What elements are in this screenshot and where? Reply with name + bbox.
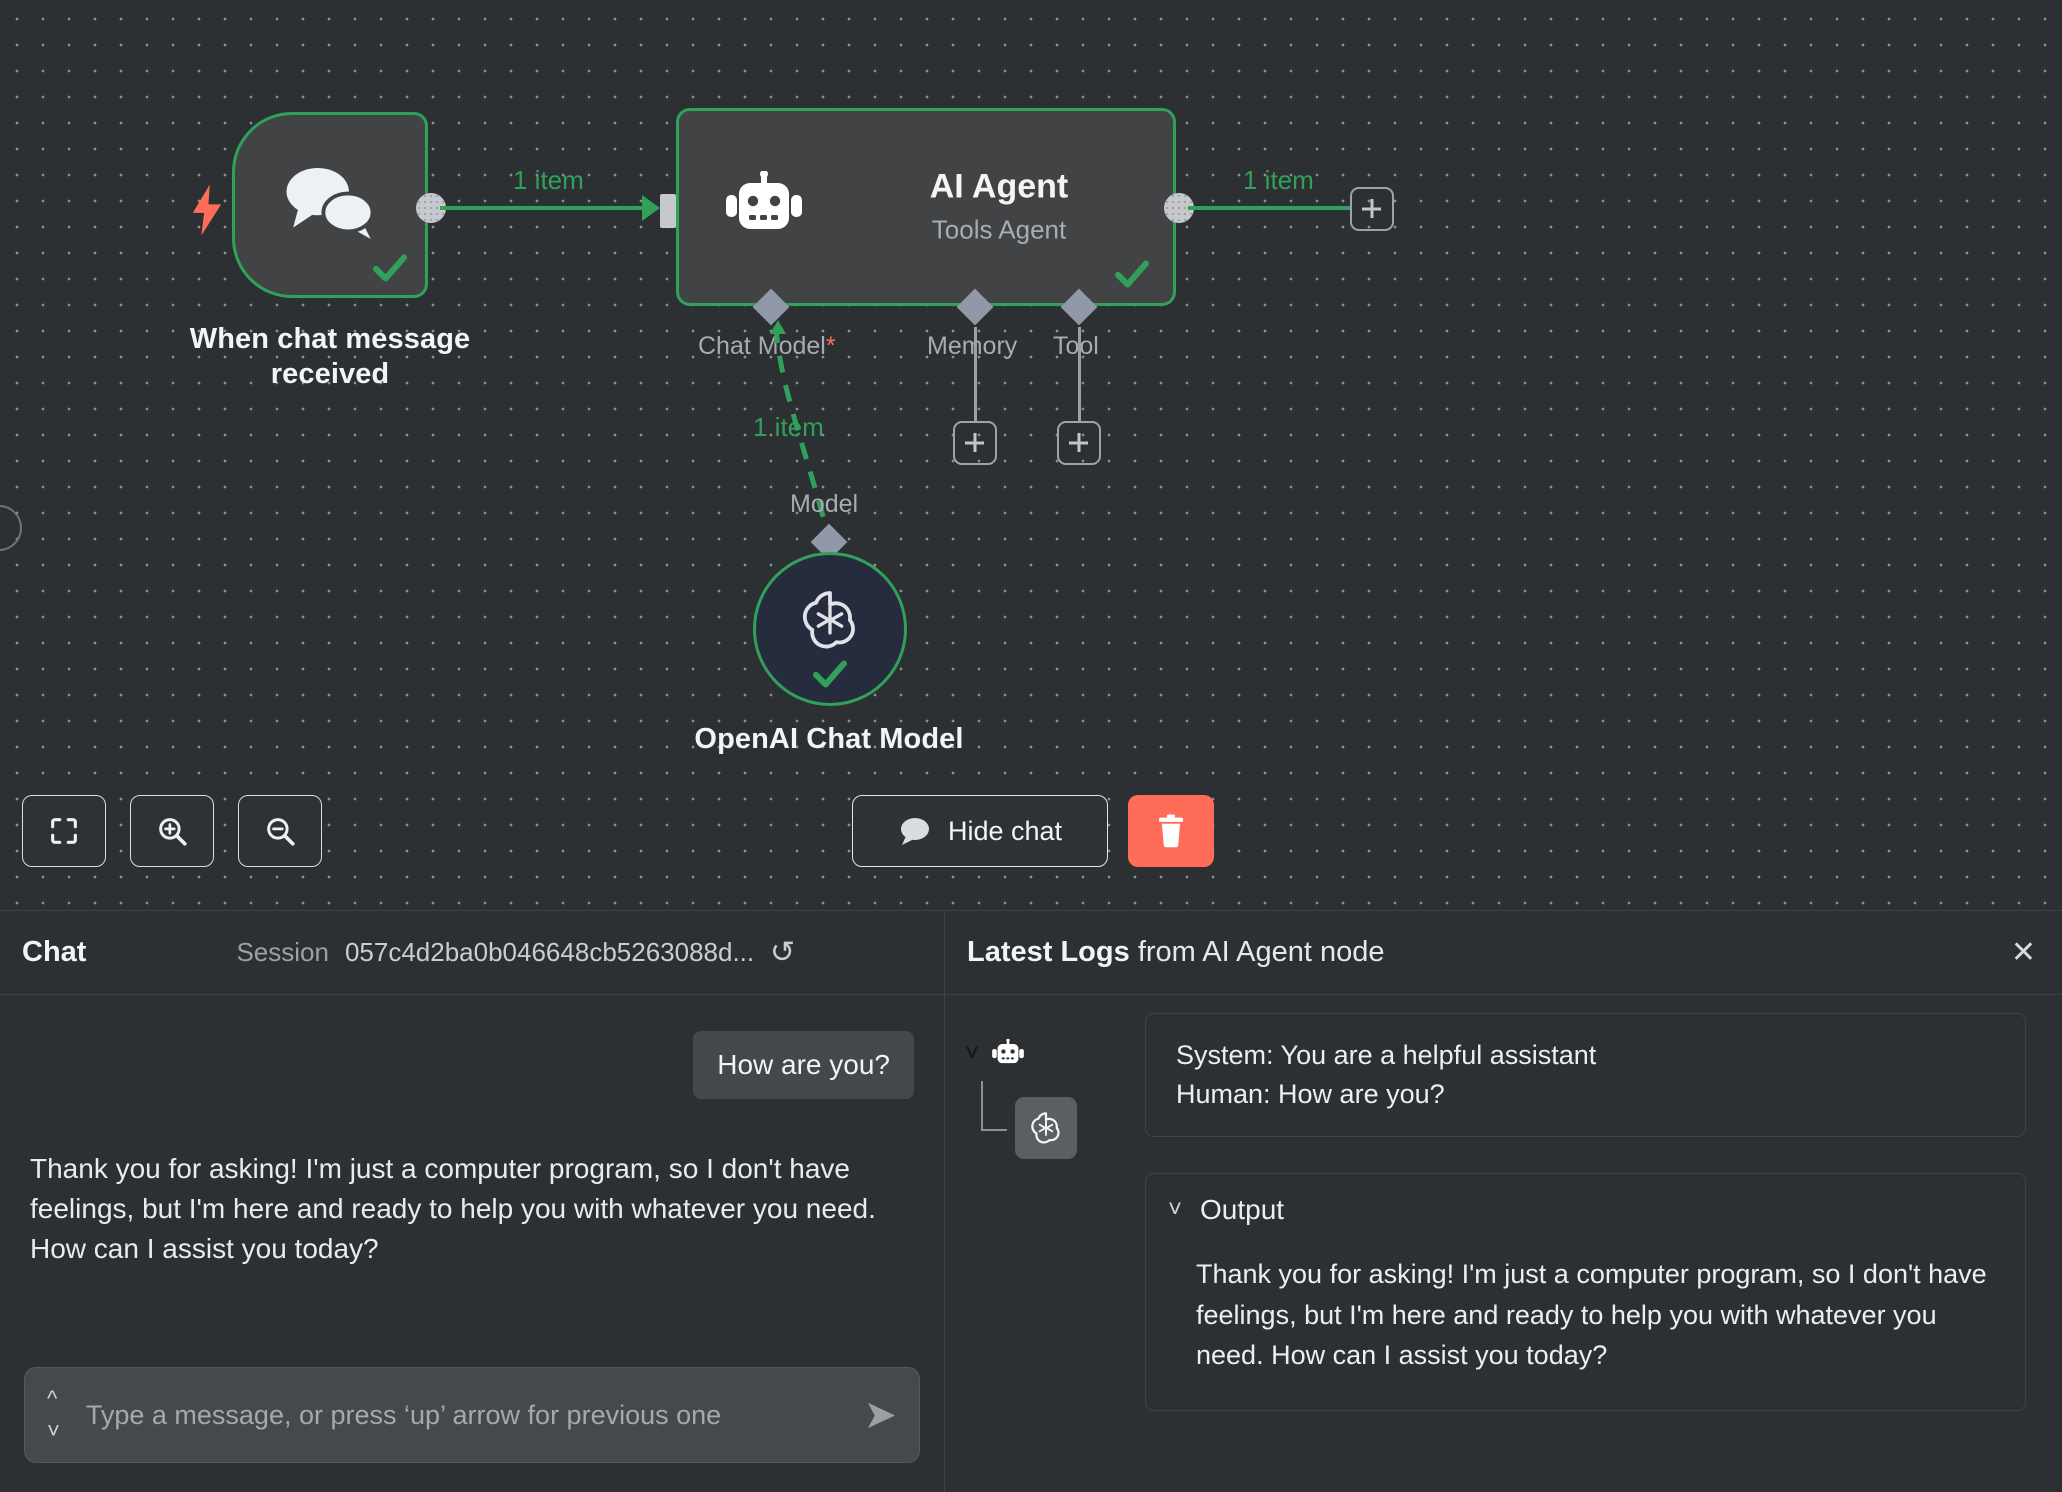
trash-icon [1159,814,1183,848]
node-ai-agent[interactable]: AI Agent Tools Agent [676,108,1176,306]
logs-panel-title: Latest Logs from AI Agent node [967,936,1384,969]
add-memory-button[interactable] [953,421,997,465]
delete-button[interactable] [1128,795,1214,867]
openai-icon [1031,1112,1060,1144]
logs-title-bold: Latest Logs [967,936,1130,968]
robot-icon [992,1039,1024,1064]
session-id-value: 057c4d2ba0b046648cb5263088d... [344,937,755,967]
chat-message-user: How are you? [693,1031,914,1099]
chat-messages-list: How are you? Thank you for asking! I'm j… [0,995,944,1347]
memory-stem [974,327,977,423]
logs-panel-body: ˅ System: You are a helpful assistant Hu… [945,995,2062,1492]
chat-message-user-row: How are you? [30,1031,914,1099]
logs-content: System: You are a helpful assistant Huma… [1145,1013,2062,1492]
agent-node-titles: AI Agent Tools Agent [849,167,1149,245]
session-label: Session [236,937,329,967]
chevron-down-icon[interactable]: ˅ [47,1420,60,1442]
add-node-button-main[interactable] [1350,187,1394,231]
connection-item-count-agent: 1 item [1243,165,1314,195]
tool-stem [1078,327,1081,423]
logs-tree-connector [981,1081,1007,1131]
port-label-tool: Tool [1053,332,1099,360]
logs-panel-header: Latest Logs from AI Agent node ✕ [945,911,2062,995]
log-output-label: Output [1200,1194,1285,1226]
chevron-up-icon[interactable]: ^ [47,1388,60,1410]
n8n-workflow-screen: When chat message received 1 item AI Age [0,0,2062,1492]
log-input-line-system: System: You are a helpful assistant [1176,1040,1597,1070]
chat-input-box[interactable]: ^ ˅ ➤ [24,1367,920,1463]
connection-arrowhead [642,195,660,221]
zoom-in-icon [159,818,187,846]
node-when-chat-message-received[interactable] [232,112,428,298]
robot-icon [726,171,802,229]
hide-chat-label: Hide chat [947,815,1063,846]
connection-item-count-model: 1 item [753,412,824,442]
logs-tree-root-row[interactable]: ˅ [945,1039,1145,1069]
zoom-out-button[interactable] [238,795,322,867]
agent-input-port[interactable] [660,194,676,228]
refresh-session-icon[interactable]: ↻ [770,936,795,969]
send-icon[interactable]: ➤ [863,1395,897,1435]
chevron-down-icon[interactable]: ˅ [1168,1198,1182,1222]
offscreen-node-stub [0,505,22,551]
chat-input-area: ^ ˅ ➤ [0,1347,944,1492]
logs-tree-child-openai[interactable] [1015,1097,1077,1159]
chat-panel-title: Chat [22,936,87,968]
add-tool-button[interactable] [1057,421,1101,465]
chat-panel-header: Chat Session 057c4d2ba0b046648cb5263088d… [0,911,944,995]
openai-success-check-icon [813,660,847,688]
log-output-text: Thank you for asking! I'm just a compute… [1196,1259,1987,1371]
bottom-panels: Chat Session 057c4d2ba0b046648cb5263088d… [0,910,2062,1492]
hide-chat-button[interactable]: Hide chat [852,795,1108,867]
workflow-canvas[interactable]: When chat message received 1 item AI Age [0,0,2062,910]
chat-message-assistant: Thank you for asking! I'm just a compute… [30,1153,876,1264]
log-input-card: System: You are a helpful assistant Huma… [1145,1013,2026,1138]
agent-node-subtitle: Tools Agent [931,214,1067,245]
fit-view-icon [51,818,77,844]
port-label-memory: Memory [927,332,1018,360]
chevron-down-icon[interactable]: ˅ [965,1042,979,1066]
history-arrows[interactable]: ^ ˅ [47,1388,60,1442]
zoom-in-button[interactable] [130,795,214,867]
openai-icon [802,591,855,649]
trigger-success-check-icon [373,254,407,282]
node-openai-chat-model[interactable] [753,552,907,706]
agent-success-check-icon [1115,260,1149,288]
trigger-lightning-icon [192,184,222,236]
agent-node-title: AI Agent [929,167,1069,206]
logs-tree: ˅ [945,1013,1145,1492]
session-info: Session 057c4d2ba0b046648cb5263088d... ↻ [236,936,795,969]
log-input-line-human: Human: How are you? [1176,1079,1445,1110]
connection-item-count-trigger: 1 item [513,165,584,195]
zoom-out-icon [267,818,295,846]
trigger-node-label: When chat message received [189,323,471,391]
chat-bubbles-icon [286,168,375,239]
connection-agent-output [1188,206,1350,210]
fit-view-button[interactable] [22,795,106,867]
chat-bubble-icon [900,818,929,845]
close-icon[interactable]: ✕ [2011,935,2036,970]
chat-panel: Chat Session 057c4d2ba0b046648cb5263088d… [0,911,945,1492]
connection-trigger-to-agent [440,206,646,210]
port-label-model: Model [790,490,859,518]
chat-message-input[interactable] [85,1399,864,1431]
logs-panel: Latest Logs from AI Agent node ✕ ˅ Syste… [945,911,2062,1492]
logs-title-rest: from AI Agent node [1137,936,1385,968]
log-output-card: ˅ Output Thank you for asking! I'm just … [1145,1173,2026,1411]
log-output-header[interactable]: ˅ Output [1168,1194,1995,1226]
openai-node-label: OpenAI Chat Model [694,723,964,755]
